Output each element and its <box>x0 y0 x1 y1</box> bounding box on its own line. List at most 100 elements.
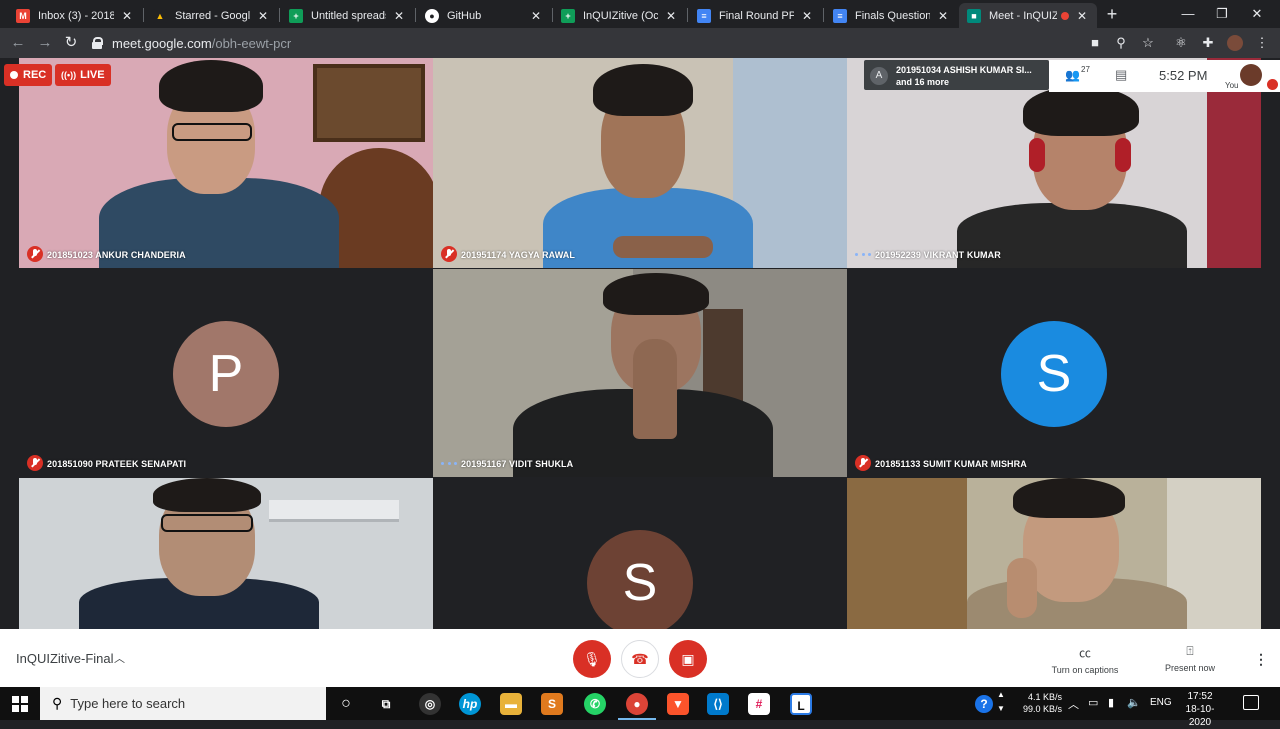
tab-docs-final-round[interactable]: ≡ Final Round PPT - ✕ <box>689 3 822 28</box>
camera-icon[interactable]: ■ <box>1087 35 1103 51</box>
windows-start-button[interactable] <box>12 696 28 712</box>
profile-avatar[interactable] <box>1227 35 1243 51</box>
headphone-right <box>1115 138 1131 172</box>
participant-name: 201851090 PRATEEK SENAPATI <box>47 459 187 469</box>
chat-icon: ▤ <box>1115 67 1128 82</box>
brave-icon[interactable]: ▼ <box>667 693 689 715</box>
extensions-puzzle-icon[interactable]: ✚ <box>1200 35 1216 51</box>
broadcast-icon: ((•)) <box>61 70 77 80</box>
close-icon[interactable]: ✕ <box>1075 9 1089 23</box>
glasses <box>161 514 253 532</box>
chat-button[interactable]: ▤ <box>1115 68 1131 82</box>
meet-stage: 201851023 ANKUR CHANDERIA 201951174 YAGY… <box>0 58 1280 629</box>
file-explorer-icon[interactable]: ▬ <box>500 693 522 715</box>
battery-icon[interactable]: ▮ <box>1108 696 1114 709</box>
slack-icon[interactable]: # <box>748 693 770 715</box>
participant-name: 201951167 VIDIT SHUKLA <box>461 459 574 469</box>
participant-name: 201951174 YAGYA RAWAL <box>461 250 576 260</box>
participant-tile[interactable]: 201851023 ANKUR CHANDERIA <box>19 58 433 268</box>
participant-tile[interactable]: 201951167 VIDIT SHUKLA <box>433 269 847 477</box>
more-options-icon[interactable]: ⋮ <box>1254 651 1268 668</box>
leave-call-button[interactable]: ☎ <box>621 640 659 678</box>
browser-menu-icon[interactable]: ⋮ <box>1254 35 1270 51</box>
participant-tile[interactable]: P 201851090 PRATEEK SENAPATI <box>19 269 433 477</box>
microphone-toggle-button[interactable]: 🎙 <box>573 640 611 678</box>
leetcode-icon[interactable]: L <box>790 693 812 715</box>
participant-tile[interactable] <box>19 478 433 629</box>
close-icon[interactable]: ✕ <box>800 9 814 23</box>
close-icon[interactable]: ✕ <box>120 9 134 23</box>
recording-badge: REC <box>4 64 53 86</box>
vscode-icon[interactable]: ⟨⟩ <box>707 693 729 715</box>
people-button[interactable]: 👥 27 <box>1065 65 1090 86</box>
clasped-hands <box>613 236 713 258</box>
participant-name: 201851133 SUMIT KUMAR MISHRA <box>875 459 1027 469</box>
present-label: Present now <box>1164 663 1216 673</box>
tab-gmail[interactable]: M Inbox (3) - 201851 ✕ <box>8 3 142 28</box>
hp-icon[interactable]: hp <box>459 693 481 715</box>
bookmark-star-icon[interactable]: ☆ <box>1140 35 1156 51</box>
record-dot-icon <box>10 71 18 79</box>
present-now-button[interactable]: ⍐ Present now <box>1145 644 1235 673</box>
close-icon[interactable]: ✕ <box>529 9 543 23</box>
cortana-icon[interactable]: ○ <box>335 693 357 715</box>
task-view-icon[interactable]: ⧉ <box>375 693 397 715</box>
participant-tile[interactable]: S 201851133 SUMIT KUMAR MISHRA <box>847 269 1261 477</box>
search-placeholder: Type here to search <box>70 696 186 711</box>
opera-icon[interactable]: ◎ <box>419 693 441 715</box>
tab-drive[interactable]: ▲ Starred - Google D ✕ <box>145 3 278 28</box>
live-badge: ((•)) LIVE <box>55 64 111 86</box>
close-window-button[interactable]: ✕ <box>1234 3 1280 25</box>
gmail-icon: M <box>16 8 30 23</box>
action-center-icon[interactable] <box>1243 695 1259 710</box>
tab-meet-active[interactable]: ■ Meet - InQUIZ ✕ <box>959 3 1097 28</box>
tab-title: Untitled spreadshe <box>311 9 386 22</box>
taskbar-search-box[interactable]: ⚲ Type here to search <box>40 687 326 720</box>
chrome-icon[interactable]: ● <box>618 693 656 720</box>
tab-github[interactable]: ● GitHub ✕ <box>417 3 551 28</box>
participant-tile[interactable]: S <box>433 478 847 629</box>
network-icon[interactable]: ▭ <box>1088 696 1098 709</box>
chevron-up-icon[interactable]: ︿ <box>1068 696 1079 712</box>
zoom-icon[interactable]: ⚲ <box>1113 35 1129 51</box>
sublime-text-icon[interactable]: S <box>541 693 563 715</box>
chevron-up-icon[interactable]: ︿ <box>114 650 125 666</box>
close-icon[interactable]: ✕ <box>392 9 406 23</box>
new-tab-button[interactable]: + <box>1102 4 1122 24</box>
presenter-pill[interactable]: A 201951034 ASHISH KUMAR SI... and 16 mo… <box>864 60 1049 90</box>
glasses <box>172 123 252 141</box>
tab-title: Starred - Google D <box>175 9 250 22</box>
present-screen-icon: ⍐ <box>1186 644 1194 658</box>
recording-dot-icon <box>1061 11 1069 20</box>
presenter-avatar: A <box>870 67 888 85</box>
participant-tile[interactable]: 201951174 YAGYA RAWAL <box>433 58 847 268</box>
tab-docs-finals-questions[interactable]: ≡ Finals Questions - ✕ <box>825 3 958 28</box>
help-icon[interactable]: ? <box>975 695 993 713</box>
muted-mic-icon <box>27 455 43 471</box>
tab-sheets-inquizitive[interactable]: + InQUIZitive (Oct20 ✕ <box>553 3 686 28</box>
browser-toolbar: ← → ↻ meet.google.com/obh-eewt-pcr ■ ⚲ ☆… <box>0 28 1280 58</box>
extension-react-icon[interactable]: ⚛ <box>1173 35 1189 51</box>
self-video-thumbnail[interactable] <box>1240 64 1262 86</box>
captions-button[interactable]: ㏄ Turn on captions <box>1040 644 1130 675</box>
address-bar[interactable]: meet.google.com/obh-eewt-pcr <box>92 31 1112 55</box>
camera-toggle-button[interactable]: ▣ <box>669 640 707 678</box>
forward-button[interactable]: → <box>35 33 55 53</box>
input-language[interactable]: ENG <box>1150 697 1172 708</box>
back-button[interactable]: ← <box>8 33 28 53</box>
reload-button[interactable]: ↻ <box>61 33 81 53</box>
whatsapp-icon[interactable]: ✆ <box>584 693 606 715</box>
lock-icon <box>92 37 103 49</box>
close-icon[interactable]: ✕ <box>936 9 950 23</box>
tab-sheets-untitled[interactable]: + Untitled spreadshe ✕ <box>281 3 414 28</box>
person-hair <box>153 478 261 512</box>
clock-date: 18-10-2020 <box>1185 704 1215 728</box>
system-clock[interactable]: 17:52 18-10-2020 <box>1175 690 1225 729</box>
participant-tile[interactable] <box>847 478 1261 629</box>
close-icon[interactable]: ✕ <box>664 9 678 23</box>
meeting-title[interactable]: InQUIZitive-Final <box>16 651 114 666</box>
github-icon: ● <box>425 8 439 23</box>
close-icon[interactable]: ✕ <box>256 9 270 23</box>
live-label: LIVE <box>80 69 105 81</box>
volume-icon[interactable]: 🔈 <box>1127 696 1141 709</box>
